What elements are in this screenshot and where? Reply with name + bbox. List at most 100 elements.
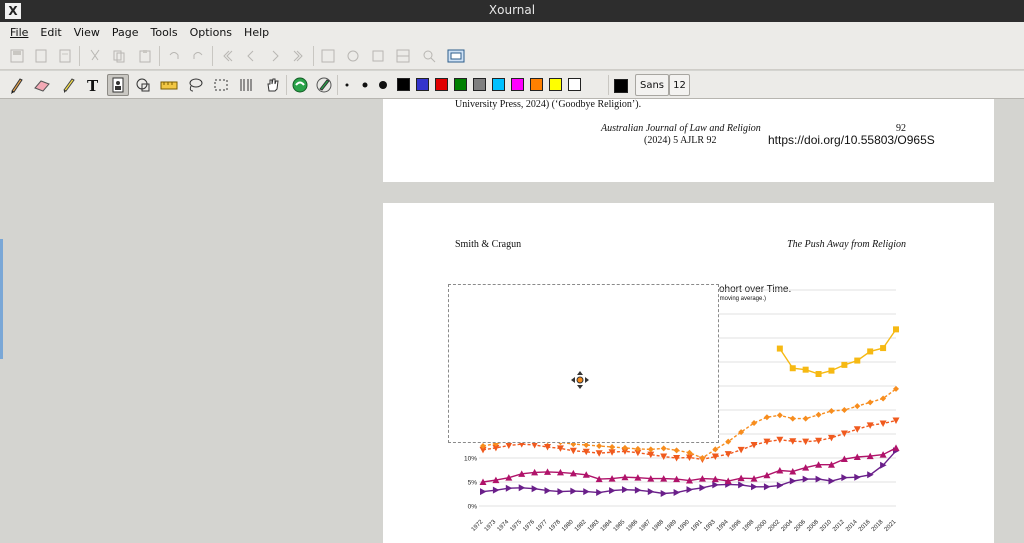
ruler-icon[interactable] (158, 74, 180, 96)
cut-icon[interactable] (84, 45, 106, 67)
undo-icon[interactable] (163, 45, 185, 67)
data-point (751, 483, 758, 491)
pen-settings-icon[interactable] (313, 74, 335, 96)
x-tick-label: 1998 (742, 519, 756, 533)
thickness-thick-icon[interactable] (372, 74, 394, 96)
data-point (802, 438, 810, 446)
text-tool-icon[interactable]: T (82, 74, 104, 96)
main-toolbar (0, 42, 1024, 70)
color-swatch-7f7f7f[interactable] (473, 78, 486, 91)
color-swatch-ffffff[interactable] (568, 78, 581, 91)
data-point (738, 481, 745, 489)
hand-tool-icon[interactable] (261, 74, 283, 96)
vertical-space-icon[interactable] (235, 74, 257, 96)
data-point (802, 366, 809, 373)
menu-help[interactable]: Help (238, 26, 275, 39)
menu-options[interactable]: Options (184, 26, 238, 39)
pen-icon[interactable] (5, 74, 27, 96)
x-tick-label: 1988 (651, 519, 665, 533)
data-point (712, 481, 719, 489)
journal-name: Australian Journal of Law and Religion (601, 123, 761, 134)
data-point (505, 484, 513, 492)
new-page-before-icon[interactable] (30, 45, 52, 67)
menu-edit[interactable]: Edit (34, 26, 67, 39)
x-tick-label: 1976 (522, 519, 536, 533)
data-point (789, 365, 796, 372)
data-point (596, 443, 603, 449)
reference-text: University Press, 2024) (‘Goodbye Religi… (455, 99, 642, 110)
data-point (841, 474, 848, 482)
next-page-icon[interactable] (264, 45, 286, 67)
menu-help-label: Help (244, 25, 270, 39)
tools-toolbar: T (0, 71, 1024, 99)
data-point (699, 484, 706, 492)
x-tick-label: 1978 (548, 519, 562, 533)
redo-icon[interactable] (187, 45, 209, 67)
shape-recognizer-icon[interactable] (132, 74, 154, 96)
color-swatch-3333cc[interactable] (416, 78, 429, 91)
x-tick-label: 1986 (626, 519, 640, 533)
menu-page-label: Page (111, 25, 139, 39)
x-tick-label: 1973 (484, 519, 498, 533)
data-point (660, 490, 668, 498)
fullscreen-icon[interactable] (445, 45, 467, 67)
eraser-icon[interactable] (31, 74, 53, 96)
current-color-swatch[interactable] (614, 79, 628, 93)
color-swatch-ff8000[interactable] (530, 78, 543, 91)
x-tick-label: 2002 (768, 519, 782, 533)
data-point (518, 484, 526, 492)
color-swatch-ff00ff[interactable] (511, 78, 524, 91)
rect-select-icon[interactable] (210, 74, 232, 96)
paste-icon[interactable] (134, 45, 156, 67)
zoom-set-icon[interactable] (418, 45, 440, 67)
data-point (802, 475, 810, 483)
first-page-icon[interactable] (216, 45, 238, 67)
data-point (841, 361, 848, 368)
menu-view[interactable]: View (68, 26, 106, 39)
highlighter-icon[interactable] (57, 74, 79, 96)
x-tick-label: 2006 (793, 519, 807, 533)
color-swatch-007f00[interactable] (454, 78, 467, 91)
data-point (776, 481, 784, 489)
font-button[interactable]: Sans (635, 74, 669, 96)
data-point (789, 415, 796, 422)
save-icon[interactable] (6, 45, 28, 67)
font-size-button[interactable]: 12 (669, 74, 690, 96)
page-width-icon[interactable] (392, 45, 414, 67)
svg-text:T: T (87, 77, 99, 93)
x-tick-label: 1996 (729, 519, 743, 533)
menu-page[interactable]: Page (106, 26, 145, 39)
x-tick-label: 1972 (471, 519, 485, 533)
zoom-fit-icon[interactable] (342, 45, 364, 67)
x-tick-label: 1987 (639, 519, 653, 533)
zoom-in-icon[interactable] (367, 45, 389, 67)
x-tick-label: 2008 (806, 519, 820, 533)
data-point (828, 367, 835, 374)
data-point (802, 415, 809, 422)
data-point (480, 488, 487, 496)
previous-page-icon[interactable] (240, 45, 262, 67)
lasso-select-icon[interactable] (184, 74, 206, 96)
selection-rectangle[interactable] (448, 284, 719, 443)
menu-tools[interactable]: Tools (144, 26, 183, 39)
menu-view-label: View (73, 25, 100, 39)
data-point (583, 488, 590, 496)
page-previous[interactable]: University Press, 2024) (‘Goodbye Religi… (383, 99, 994, 182)
color-swatch-e00000[interactable] (435, 78, 448, 91)
color-swatch-00c0ff[interactable] (492, 78, 505, 91)
x-tick-label: 1980 (561, 519, 575, 533)
color-swatch-000000[interactable] (397, 78, 410, 91)
menu-file[interactable]: File (4, 26, 34, 39)
data-point (867, 348, 874, 355)
last-page-icon[interactable] (288, 45, 310, 67)
color-swatch-ffff00[interactable] (549, 78, 562, 91)
select-region-icon[interactable] (107, 74, 129, 96)
menu-tools-label: Tools (150, 25, 178, 39)
default-pen-icon[interactable] (289, 74, 311, 96)
menu-edit-label: Edit (40, 25, 62, 39)
data-point (660, 453, 668, 461)
zoom-out-icon[interactable] (317, 45, 339, 67)
new-page-after-icon[interactable] (54, 45, 76, 67)
x-tick-label: 1984 (600, 519, 614, 533)
copy-icon[interactable] (108, 45, 130, 67)
